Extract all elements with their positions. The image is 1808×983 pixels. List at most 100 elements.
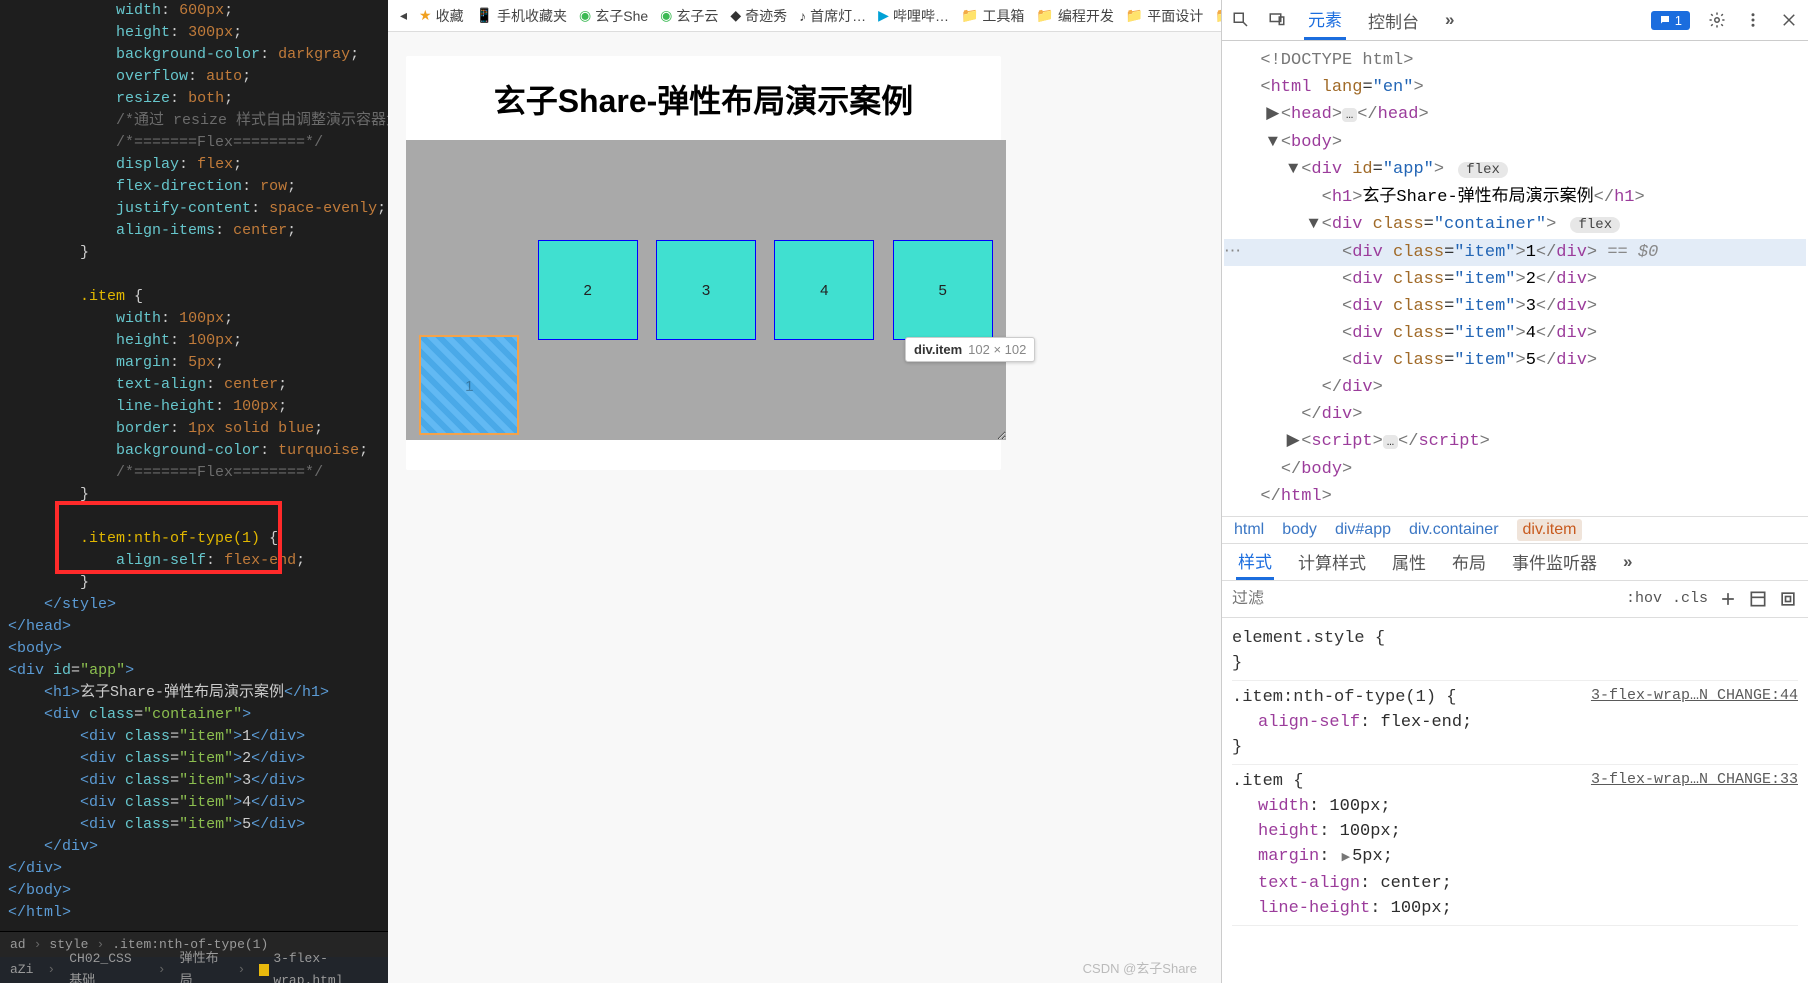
new-style-rule-icon[interactable] [1718,589,1738,609]
expand-arrow-icon[interactable] [1244,483,1260,510]
code-line[interactable]: align-self: flex-end; [8,550,380,572]
dom-node[interactable]: <!DOCTYPE html> [1224,47,1806,74]
code-line[interactable]: /*=======Flex========*/ [8,132,380,154]
file-crumb[interactable]: aZi [10,959,33,981]
device-toggle-icon[interactable] [1268,11,1286,29]
rule-source-link[interactable]: 3-flex-wrap…N_CHANGE:44 [1591,683,1798,708]
styles-tab-styles[interactable]: 样式 [1236,544,1274,580]
dom-node[interactable]: <div class="item">3</div> [1224,293,1806,320]
bookmark-item[interactable]: ♪首席灯… [799,6,866,26]
expand-arrow-icon[interactable] [1326,239,1342,266]
favorites-button[interactable]: ★收藏 [419,6,464,26]
code-line[interactable]: <div id="app"> [8,660,380,682]
code-line[interactable]: align-items: center; [8,220,380,242]
code-line[interactable]: </div> [8,858,380,880]
css-declaration[interactable]: margin: ▶5px; [1232,844,1798,871]
dom-node[interactable]: </div> [1224,401,1806,428]
bookmark-item[interactable]: 📱手机收藏夹 [476,6,567,26]
code-line[interactable]: height: 300px; [8,22,380,44]
code-line[interactable]: </head> [8,616,380,638]
dom-node[interactable]: ▼<div id="app"> flex [1224,156,1806,184]
bookmark-item[interactable]: ▶哔哩哔… [878,6,949,26]
code-line[interactable]: <body> [8,638,380,660]
css-declaration[interactable]: align-self: flex-end; [1232,710,1798,735]
status-crumb[interactable]: ad [10,934,26,956]
demo-item[interactable]: 2 [538,240,638,340]
code-line[interactable]: <div class="item">5</div> [8,814,380,836]
cls-toggle[interactable]: .cls [1672,590,1708,607]
expand-arrow-icon[interactable] [1326,347,1342,374]
expand-arrow-icon[interactable] [1244,47,1260,74]
expand-arrow-icon[interactable]: ▼ [1306,211,1322,238]
code-line[interactable]: .item { [8,286,380,308]
code-line[interactable]: </div> [8,836,380,858]
code-line[interactable]: margin: 5px; [8,352,380,374]
css-declaration[interactable]: height: 100px; [1232,819,1798,844]
demo-item[interactable]: 4 [774,240,874,340]
dom-node[interactable]: </body> [1224,456,1806,483]
expand-arrow-icon[interactable] [1306,184,1322,211]
bookmark-item[interactable]: 📁工具箱 [961,6,1024,26]
css-rule[interactable]: element.style {} [1232,622,1798,681]
code-line[interactable]: /*通过 resize 样式自由调整演示容器大小*/ [8,110,380,132]
dom-node[interactable]: ▶<head>…</head> [1224,101,1806,129]
code-line[interactable]: width: 600px; [8,0,380,22]
code-line[interactable]: .item:nth-of-type(1) { [8,528,380,550]
dom-node[interactable]: ⋯ <div class="item">1</div> == $0 [1224,239,1806,266]
code-line[interactable]: background-color: turquoise; [8,440,380,462]
code-line[interactable]: </html> [8,902,380,924]
tab-console[interactable]: 控制台 [1364,2,1423,39]
file-crumb[interactable]: CH02_CSS基础 [69,948,144,983]
code-line[interactable]: justify-content: space-evenly; [8,198,380,220]
styles-tab-props[interactable]: 属性 [1390,545,1428,578]
file-crumb[interactable]: 弹性布局 [180,948,224,983]
styles-tabs-more[interactable]: » [1621,548,1636,576]
styles-tab-computed[interactable]: 计算样式 [1296,545,1368,578]
dom-node[interactable]: </html> [1224,483,1806,510]
layout-toggle-icon[interactable] [1778,589,1798,609]
expand-arrow-icon[interactable] [1326,320,1342,347]
code-line[interactable]: } [8,572,380,594]
tabs-more[interactable]: » [1441,4,1460,36]
code-line[interactable]: <h1>玄子Share-弹性布局演示案例</h1> [8,682,380,704]
expand-arrow-icon[interactable] [1265,456,1281,483]
preview-viewport[interactable]: 玄子Share-弹性布局演示案例 12345 div.item 102 × 10… [388,32,1221,983]
dom-tree[interactable]: <!DOCTYPE html> <html lang="en"> ▶<head>… [1222,41,1808,516]
dom-node[interactable]: <div class="item">4</div> [1224,320,1806,347]
css-declaration[interactable]: text-align: center; [1232,871,1798,896]
bookmark-item[interactable]: 📁编程开发 [1036,6,1113,26]
breadcrumb-item[interactable]: div#app [1335,521,1391,539]
styles-tab-listeners[interactable]: 事件监听器 [1510,545,1599,578]
code-line[interactable]: background-color: darkgray; [8,44,380,66]
dom-node[interactable]: <div class="item">5</div> [1224,347,1806,374]
file-crumb[interactable]: 3-flex-wrap.html [259,948,378,983]
bookmark-item[interactable]: ◉玄子She [579,6,648,26]
close-icon[interactable] [1780,11,1798,29]
styles-rules[interactable]: element.style {}.item:nth-of-type(1) {3-… [1222,618,1808,983]
message-count-badge[interactable]: 1 [1651,11,1690,30]
expand-arrow-icon[interactable] [1326,266,1342,293]
expand-arrow-icon[interactable]: ▶ [1265,101,1281,128]
hov-toggle[interactable]: :hov [1626,590,1662,607]
expand-arrow-icon[interactable]: ▼ [1265,129,1281,156]
expand-arrow-icon[interactable]: ▼ [1285,156,1301,183]
dom-node[interactable]: </div> [1224,374,1806,401]
breadcrumb-item[interactable]: body [1282,521,1317,539]
bookmark-item[interactable]: 📁平面设计 [1126,6,1203,26]
editor-code-area[interactable]: width: 600px; height: 300px; background-… [0,0,388,931]
code-line[interactable]: display: flex; [8,154,380,176]
code-line[interactable]: width: 100px; [8,308,380,330]
code-line[interactable]: text-align: center; [8,374,380,396]
code-line[interactable] [8,506,380,528]
code-line[interactable]: } [8,484,380,506]
bookmark-item[interactable]: ◉玄子云 [660,6,718,26]
code-line[interactable]: } [8,242,380,264]
styles-tab-layout[interactable]: 布局 [1450,545,1488,578]
code-line[interactable] [8,264,380,286]
css-declaration[interactable]: width: 100px; [1232,794,1798,819]
code-line[interactable]: <div class="container"> [8,704,380,726]
code-line[interactable]: border: 1px solid blue; [8,418,380,440]
dom-node[interactable]: ▶<script>…</script> [1224,428,1806,456]
dom-node[interactable]: <div class="item">2</div> [1224,266,1806,293]
demo-item[interactable]: 1 [419,335,519,435]
